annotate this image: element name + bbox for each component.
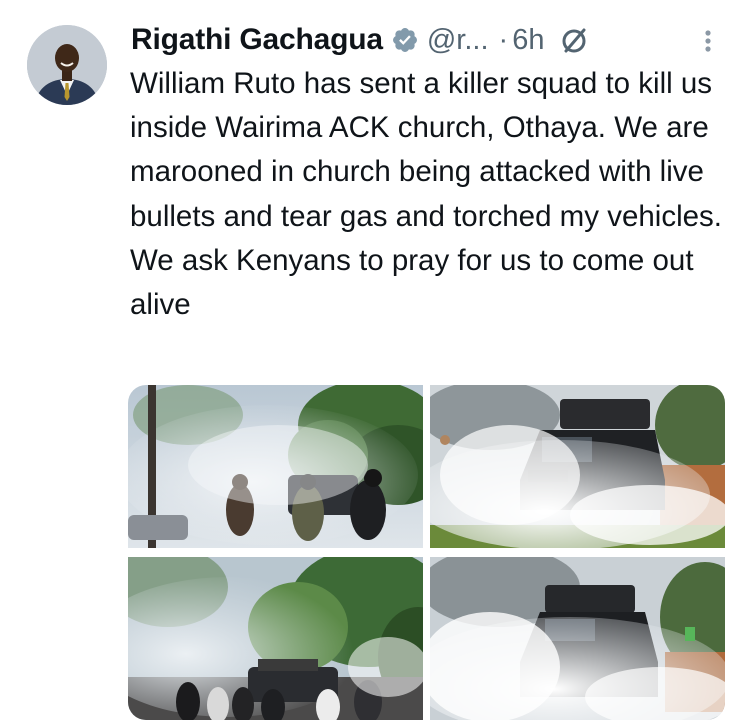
tweet-timestamp[interactable]: 6h [512,24,544,57]
media-photo-4[interactable] [430,557,725,720]
tear-gas-photo-icon [128,385,423,548]
tweet-header: Rigathi Gachagua @r... · 6h [131,18,590,62]
crowd-smoke-photo-icon [128,557,423,720]
author-display-name[interactable]: Rigathi Gachagua [131,23,383,57]
author-handle[interactable]: @r... [427,24,489,57]
tweet-text: William Ruto has sent a killer squad to … [130,67,722,322]
vehicle-engulfed-photo-icon [430,557,725,720]
verified-badge-icon [391,26,419,54]
author-avatar[interactable] [27,25,107,105]
media-photo-1[interactable] [128,385,423,548]
profile-photo-icon [27,25,107,105]
tweet[interactable]: Rigathi Gachagua @r... · 6h William Ruto… [0,0,750,722]
media-grid [128,385,725,720]
vertical-ellipsis-icon[interactable] [698,27,718,57]
media-photo-2[interactable] [430,385,725,548]
slashed-circle-icon [560,25,590,55]
vehicle-smoke-photo-icon [430,385,725,548]
header-separator: · [498,23,509,56]
media-photo-3[interactable] [128,557,423,720]
